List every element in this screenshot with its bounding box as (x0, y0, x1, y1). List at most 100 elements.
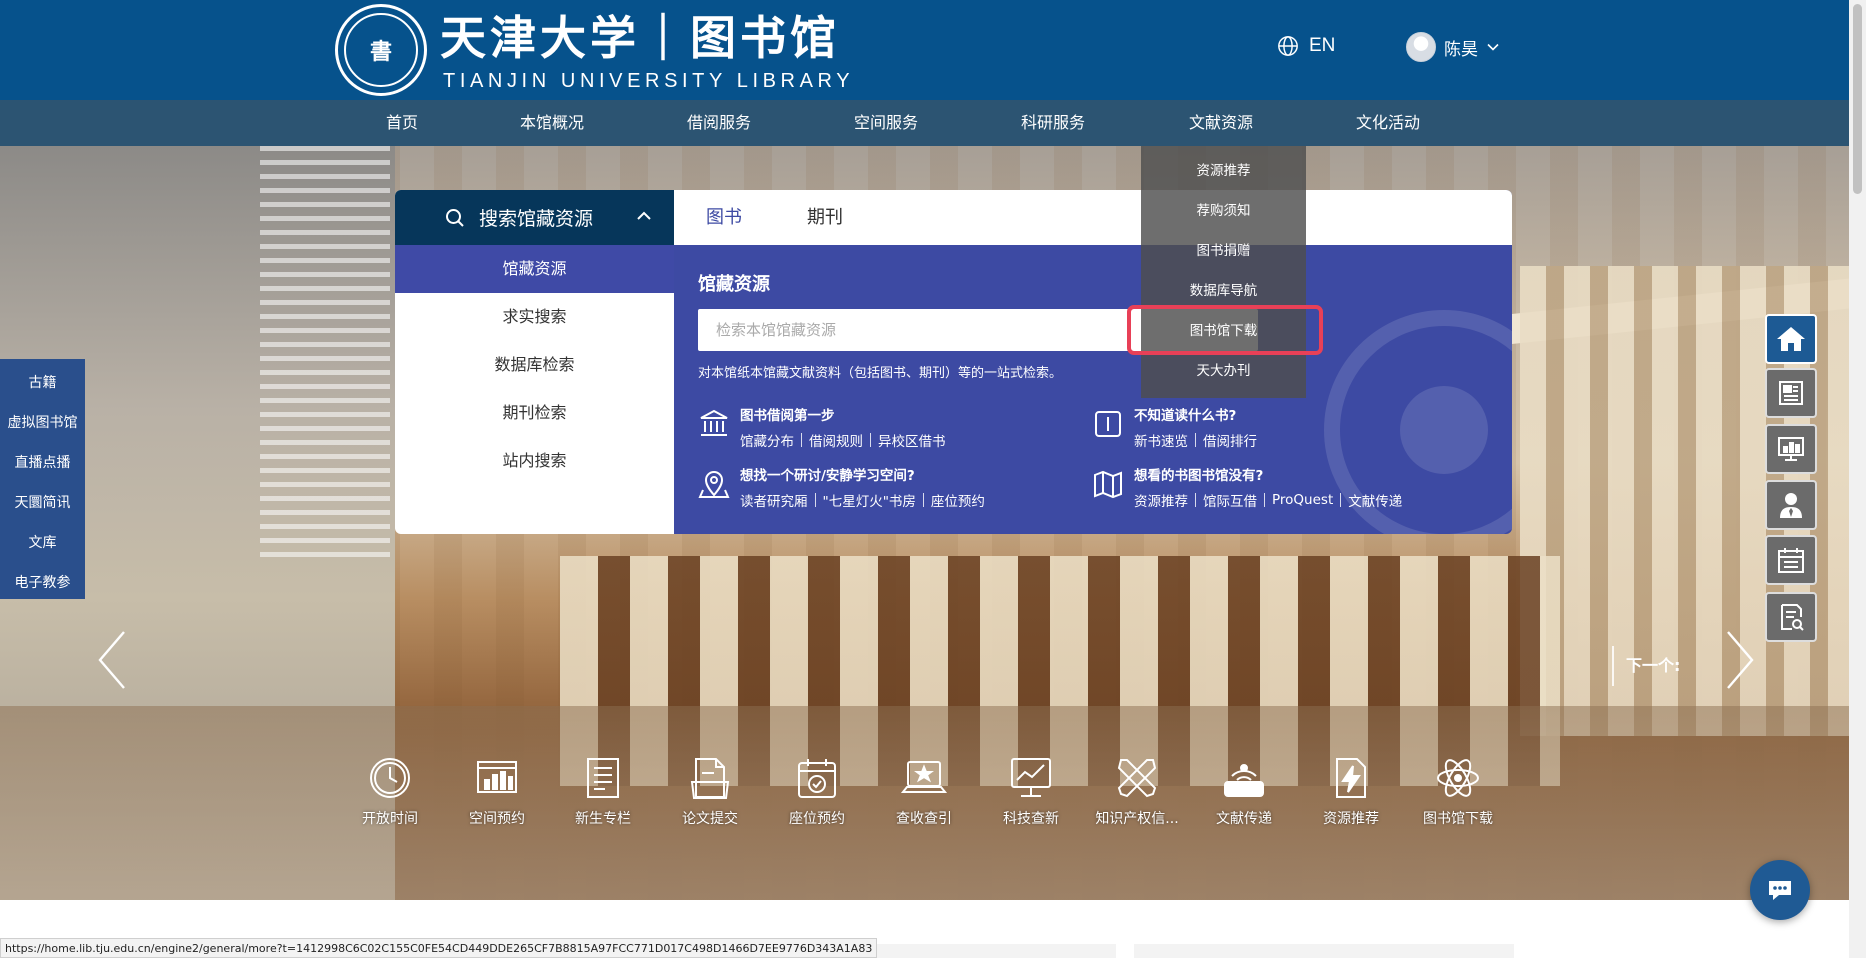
calendar-check-icon (798, 759, 836, 798)
main-nav: 首页 本馆概况 借阅服务 空间服务 科研服务 文献资源 文化活动 (0, 100, 1866, 146)
map-icon (1094, 470, 1122, 499)
service-seat-reservation[interactable]: 座位预约 (767, 754, 867, 828)
service-citation-check[interactable]: 查收查引 (874, 754, 974, 828)
search-tabs: 图书 期刊 (674, 190, 1512, 245)
tab-books[interactable]: 图书 (706, 190, 742, 245)
link-seat-reservation[interactable]: 座位预约 (931, 490, 985, 510)
resources-dropdown-menu: 资源推荐 荐购须知 图书捐赠 数据库导航 图书馆下载 天大办刊 (1141, 146, 1306, 398)
carousel-next-arrow-icon[interactable] (1722, 630, 1758, 690)
link-study-room[interactable]: 读者研究厢 (740, 490, 808, 510)
search-menu-journal[interactable]: 期刊检索 (395, 389, 674, 437)
user-name: 陈昊 (1444, 39, 1478, 60)
carousel-next-label[interactable]: 下一个: (1612, 646, 1680, 686)
logo-english-name: TIANJIN UNIVERSITY LIBRARY (443, 70, 855, 92)
crossed-pens-icon (1117, 759, 1157, 798)
service-novelty-search[interactable]: 科技查新 (981, 754, 1081, 828)
left-link-virtual-library[interactable]: 虚拟图书馆 (0, 403, 85, 443)
left-link-ancient-books[interactable]: 古籍 (0, 363, 85, 403)
atom-icon (1437, 759, 1479, 797)
site-header: 書 天津大学｜图书馆 TIANJIN UNIVERSITY LIBRARY EN… (0, 0, 1866, 100)
search-menu-site[interactable]: 站内搜索 (395, 437, 674, 485)
service-document-delivery[interactable]: 文献传递 (1194, 754, 1294, 828)
quick-block-reading: 不知道读什么书? 新书速览 借阅排行 (1092, 404, 1257, 450)
link-interlibrary-loan[interactable]: 馆际互借 (1203, 490, 1257, 510)
search-doc-icon[interactable] (1765, 592, 1817, 642)
avatar (1406, 32, 1436, 62)
nav-about[interactable]: 本馆概况 (520, 100, 584, 146)
laptop-star-icon (900, 761, 948, 793)
nav-research[interactable]: 科研服务 (1021, 100, 1085, 146)
link-borrow-ranking[interactable]: 借阅排行 (1203, 430, 1257, 450)
chevron-up-icon[interactable] (636, 208, 652, 224)
librarian-icon[interactable] (1765, 480, 1817, 530)
user-menu[interactable]: 陈昊 (1406, 32, 1500, 62)
tab-journals[interactable]: 期刊 (807, 190, 843, 245)
search-panel-title: 搜索馆藏资源 (479, 208, 594, 230)
library-logo[interactable]: 書 天津大学｜图书馆 TIANJIN UNIVERSITY LIBRARY (335, 4, 850, 96)
left-link-repository[interactable]: 文库 (0, 523, 85, 563)
dropdown-item-tju-journals[interactable]: 天大办刊 (1141, 351, 1306, 391)
link-cross-campus[interactable]: 异校区借书 (878, 430, 946, 450)
document-icon (587, 758, 619, 798)
search-menu-qiushi[interactable]: 求实搜索 (395, 293, 674, 341)
service-resource-recommend[interactable]: 资源推荐 (1301, 754, 1401, 828)
nav-resources[interactable]: 文献资源 (1189, 100, 1253, 146)
search-panel-header[interactable]: 搜索馆藏资源 (395, 190, 674, 245)
link-document-delivery[interactable]: 文献传递 (1348, 490, 1402, 510)
monitor-trend-icon (1011, 758, 1051, 797)
university-seal-icon: 書 (335, 4, 427, 96)
nav-culture[interactable]: 文化活动 (1356, 100, 1420, 146)
dropdown-item-recommend[interactable]: 资源推荐 (1141, 151, 1306, 191)
nav-home[interactable]: 首页 (386, 100, 418, 146)
nav-space[interactable]: 空间服务 (854, 100, 918, 146)
search-section-title: 馆藏资源 (698, 274, 770, 295)
service-library-download[interactable]: 图书馆下载 (1408, 754, 1508, 828)
bar-chart-icon (477, 761, 517, 793)
news-icon[interactable] (1765, 368, 1817, 418)
chevron-down-icon (1487, 43, 1499, 51)
search-icon (446, 208, 464, 227)
language-switch[interactable]: EN (1277, 35, 1335, 57)
carousel-prev-arrow-icon[interactable] (94, 630, 130, 690)
library-building-icon (700, 409, 728, 436)
content-card (836, 944, 1116, 958)
left-link-live[interactable]: 直播点播 (0, 443, 85, 483)
link-qixing-study[interactable]: "七星灯火"书房 (823, 490, 916, 510)
service-freshman-column[interactable]: 新生专栏 (553, 754, 653, 828)
calendar-icon[interactable] (1765, 535, 1817, 585)
quick-block-request: 想看的书图书馆没有? 资源推荐 馆际互借 ProQuest 文献传递 (1092, 464, 1402, 510)
search-menu-collection[interactable]: 馆藏资源 (395, 245, 674, 293)
link-proquest[interactable]: ProQuest (1272, 492, 1333, 508)
highlight-annotation-box (1127, 305, 1323, 355)
link-recommend[interactable]: 资源推荐 (1134, 490, 1188, 510)
chart-icon[interactable] (1765, 424, 1817, 474)
left-link-e-reserves[interactable]: 电子教参 (0, 563, 85, 603)
content-card (1134, 944, 1514, 958)
location-pin-icon (698, 471, 730, 498)
status-bar-url: https://home.lib.tju.edu.cn/engine2/gene… (0, 938, 878, 958)
logo-chinese-name: 天津大学｜图书馆 (440, 11, 840, 65)
book-icon (1095, 411, 1121, 437)
nav-borrowing[interactable]: 借阅服务 (687, 100, 751, 146)
search-menu-database[interactable]: 数据库检索 (395, 341, 674, 389)
home-icon[interactable] (1765, 314, 1817, 364)
router-signal-icon (1224, 764, 1264, 797)
quick-block-borrowing: 图书借阅第一步 馆藏分布 借阅规则 异校区借书 (698, 404, 946, 450)
left-link-newsletter[interactable]: 天圜简讯 (0, 483, 85, 523)
left-quick-links: 古籍 虚拟图书馆 直播点播 天圜简讯 文库 电子教参 (0, 359, 85, 599)
service-thesis-submission[interactable]: 论文提交 (660, 754, 760, 828)
page-scrollbar[interactable] (1849, 0, 1866, 958)
search-panel-sidebar: 搜索馆藏资源 馆藏资源 求实搜索 数据库检索 期刊检索 站内搜索 (395, 190, 674, 534)
service-ip-information[interactable]: 知识产权信... (1087, 754, 1187, 828)
scrollbar-thumb[interactable] (1853, 4, 1862, 194)
dropdown-item-donation[interactable]: 图书捐赠 (1141, 231, 1306, 271)
file-upload-icon (690, 758, 730, 799)
service-opening-hours[interactable]: 开放时间 (340, 754, 440, 828)
chat-bubble-icon (1769, 881, 1791, 900)
dropdown-item-purchase-notice[interactable]: 荐购须知 (1141, 191, 1306, 231)
link-new-books[interactable]: 新书速览 (1134, 430, 1188, 450)
chat-button[interactable] (1750, 860, 1810, 920)
service-space-reservation[interactable]: 空间预约 (447, 754, 547, 828)
link-collection-distribution[interactable]: 馆藏分布 (740, 430, 794, 450)
link-borrowing-rules[interactable]: 借阅规则 (809, 430, 863, 450)
